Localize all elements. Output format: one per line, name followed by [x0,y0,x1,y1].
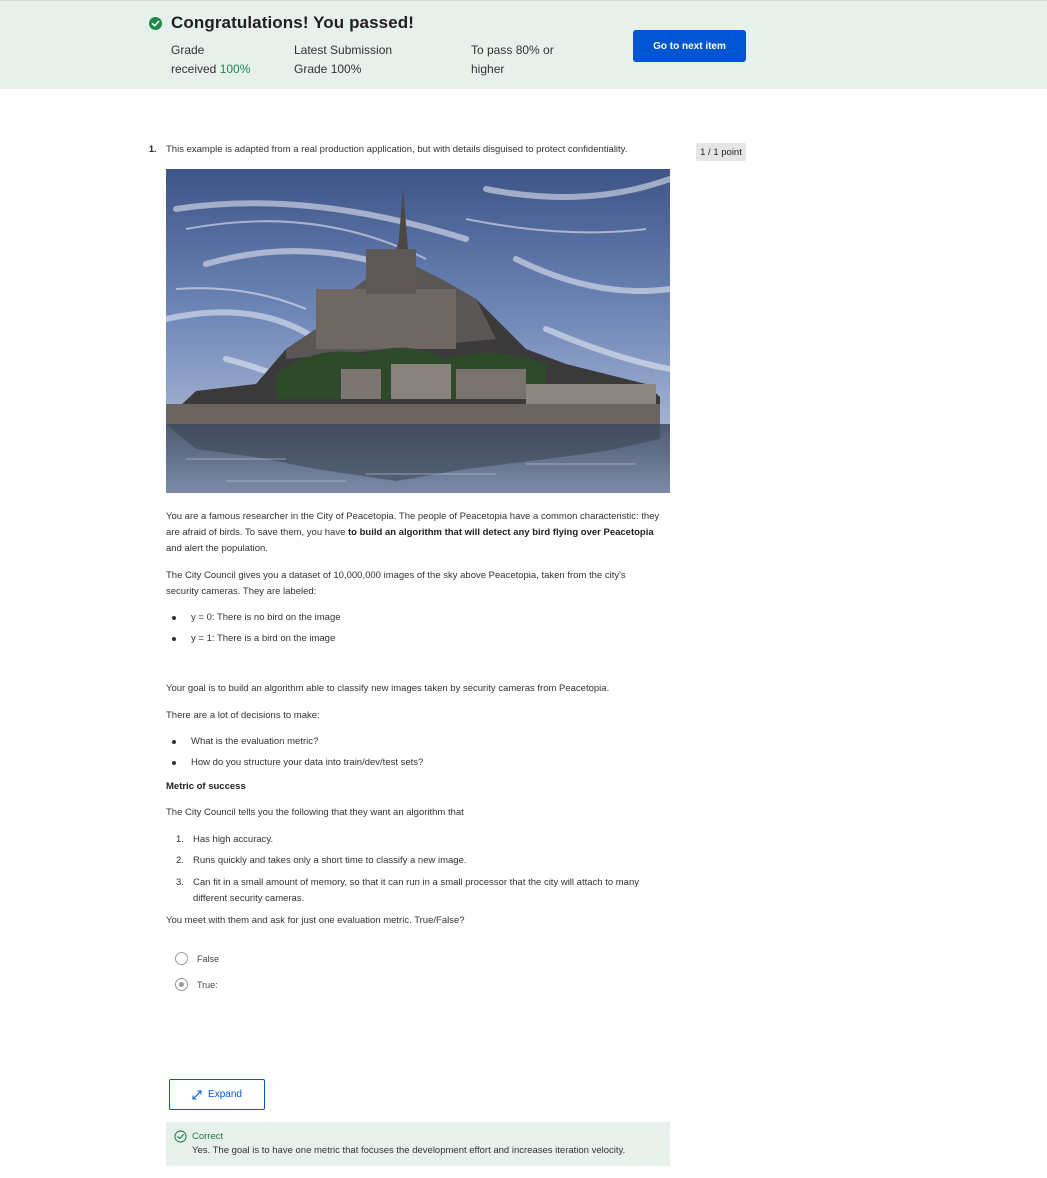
expand-button[interactable]: Expand [169,1079,265,1110]
banner-title: Congratulations! You passed! [171,13,415,32]
label-text: y = 1: There is a bird on the image [191,633,336,644]
check-circle-icon [149,16,162,30]
bullet-dot [172,636,176,641]
question-intro: This example is adapted from a real prod… [166,144,628,155]
go-to-next-item-button[interactable]: Go to next item [633,30,746,62]
requirement-number: 2. [176,855,184,866]
label-item: y = 1: There is a bird on the image [172,633,335,644]
question-image [166,169,670,493]
pass-value: 80% or [515,43,554,57]
feedback-box: Correct Yes. The goal is to have one met… [166,1122,670,1166]
bullet-dot [172,739,176,744]
latest-submission-grade: Latest Submission Grade 100% [294,41,409,79]
result-banner: Congratulations! You passed! Grade recei… [0,0,1047,89]
requirement-text: Runs quickly and takes only a short time… [193,855,467,866]
pass-threshold: To pass 80% or higher [471,41,571,79]
latest-value: 100% [330,62,362,76]
expand-arrows-icon [192,1090,202,1099]
castle-photo [166,169,670,493]
metric-heading: Metric of success [166,781,246,792]
decision-item: How do you structure your data into trai… [172,757,423,768]
option-label: False [197,953,220,964]
grade-value: 100% [219,62,251,76]
decision-text: How do you structure your data into trai… [191,757,424,768]
label-text: y = 0: There is no bird on the image [191,612,341,623]
scenario-text-bold: to build an algorithm that will detect a… [348,527,654,538]
requirement-item: 1. Has high accuracy. [176,832,673,848]
pass-label-2: higher [471,62,505,76]
option-false[interactable]: False [175,952,219,965]
expand-label: Expand [208,1089,242,1100]
check-circle-outline-icon [174,1130,187,1143]
grade-received: Grade received 100% [171,41,261,79]
bullet-dot [172,615,176,620]
scenario-paragraph: You are a famous researcher in the City … [166,509,661,557]
latest-label-2: Grade [294,62,328,76]
pass-label: To pass [471,43,513,57]
goal-paragraph: Your goal is to build an algorithm able … [166,683,610,694]
feedback-text: Yes. The goal is to have one metric that… [192,1145,626,1156]
requirement-text: Can fit in a small amount of memory, so … [193,877,639,904]
radio-button[interactable] [175,952,188,965]
requirement-item: 3. Can fit in a small amount of memory, s… [176,875,673,907]
requirement-text: Has high accuracy. [193,834,274,845]
decision-item: What is the evaluation metric? [172,736,318,747]
banner-title-row: Congratulations! You passed! [149,13,414,33]
question-prompt: You meet with them and ask for just one … [166,915,465,926]
option-true[interactable]: True: [175,978,218,991]
decisions-intro: There are a lot of decisions to make: [166,710,320,721]
requirement-item: 2. Runs quickly and takes only a short ti… [176,853,673,869]
question-number: 1. [149,144,157,154]
radio-button-selected[interactable] [175,978,188,991]
option-label: True: [197,979,218,990]
points-badge: 1 / 1 point [696,143,746,161]
bullet-dot [172,760,176,765]
scenario-text-b: and alert the population. [166,543,268,554]
decision-text: What is the evaluation metric? [191,736,319,747]
requirement-number: 1. [176,834,184,845]
dataset-paragraph: The City Council gives you a dataset of … [166,570,626,597]
grade-label: Grade [171,43,205,57]
latest-label: Latest Submission [294,43,393,57]
council-paragraph: The City Council tells you the following… [166,807,464,818]
grade-label-2: received [171,62,217,76]
requirement-number: 3. [176,877,184,888]
feedback-title: Correct [192,1131,224,1142]
label-item: y = 0: There is no bird on the image [172,612,341,623]
